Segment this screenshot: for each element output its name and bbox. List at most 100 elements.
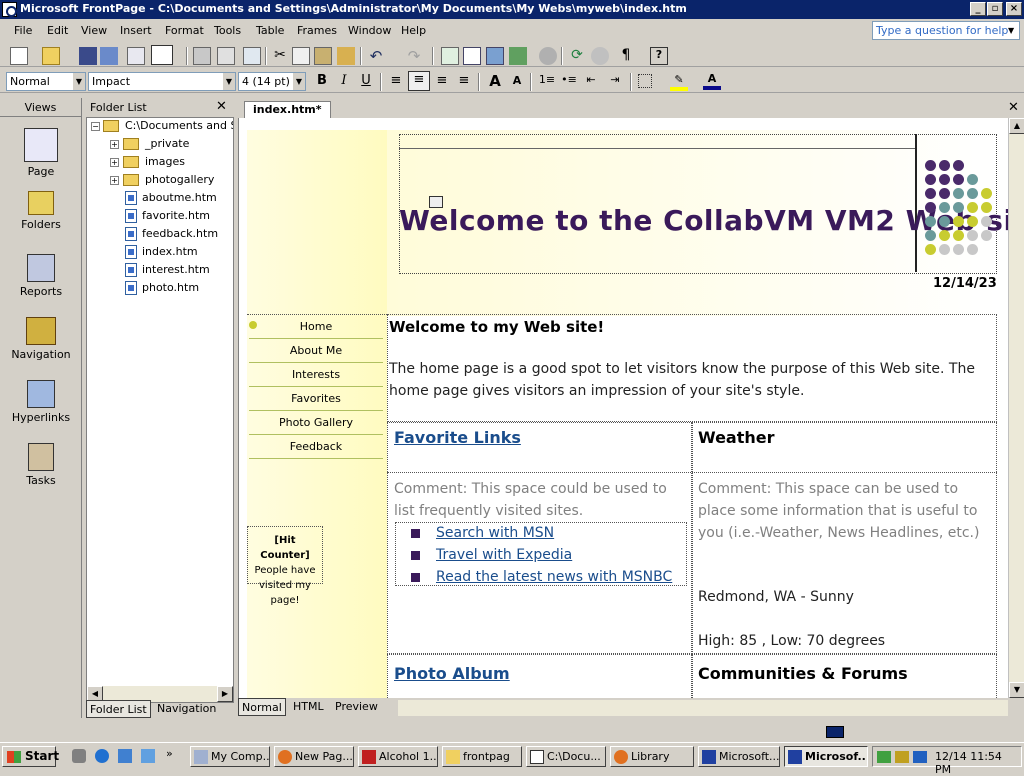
search-icon[interactable]	[127, 47, 145, 65]
view-hyperlinks[interactable]: Hyperlinks	[0, 380, 82, 424]
menu-view[interactable]: View	[81, 24, 107, 37]
nav-interests[interactable]: Interests	[249, 364, 383, 387]
start-button[interactable]: Start	[2, 746, 59, 767]
decrease-font-icon[interactable]: A	[508, 74, 526, 92]
close-button[interactable]: ×	[1006, 2, 1022, 16]
nav-photo-gallery[interactable]: Photo Gallery	[249, 412, 383, 435]
quick-launch-icon[interactable]	[72, 749, 86, 763]
minimize-button[interactable]: _	[970, 2, 986, 16]
tree-file[interactable]: interest.htm	[125, 263, 210, 279]
insert-picture-icon[interactable]	[486, 47, 504, 65]
outlook-icon[interactable]	[118, 749, 132, 763]
tab-normal[interactable]: Normal	[238, 698, 286, 716]
link-msnbc-news[interactable]: Read the latest news with MSNBC	[436, 566, 672, 588]
link-travel-expedia[interactable]: Travel with Expedia	[436, 544, 572, 566]
open-icon[interactable]	[42, 47, 60, 65]
view-folders[interactable]: Folders	[0, 191, 82, 231]
view-reports[interactable]: Reports	[0, 254, 82, 298]
clock[interactable]: 12/14 11:54 PM	[935, 750, 1002, 776]
collapse-root-icon[interactable]: −	[91, 122, 100, 131]
quick-launch-more-icon[interactable]: »	[166, 747, 173, 760]
spelling-icon[interactable]	[243, 47, 261, 65]
tree-root[interactable]: C:\Documents and Set	[103, 119, 233, 135]
scroll-right-arrow[interactable]: ▶	[217, 686, 233, 702]
expand-images-icon[interactable]: +	[110, 158, 119, 167]
close-document-icon[interactable]: ✕	[1008, 100, 1019, 115]
web-component-icon[interactable]	[441, 47, 459, 65]
insert-table-icon[interactable]	[463, 47, 481, 65]
nav-about-me[interactable]: About Me	[249, 340, 383, 363]
bullets-icon[interactable]: •≡	[560, 73, 578, 91]
hit-counter[interactable]: [Hit Counter] People have visited my pag…	[247, 526, 323, 606]
decrease-indent-icon[interactable]: ⇤	[582, 73, 600, 91]
tree-folder-private[interactable]: _private	[123, 137, 189, 153]
photo-album-heading[interactable]: Photo Album	[394, 664, 510, 683]
tray-network-icon[interactable]	[877, 751, 891, 763]
nav-favorites[interactable]: Favorites	[249, 388, 383, 411]
style-dropdown[interactable]: Normal ▼	[6, 72, 86, 91]
copy-icon[interactable]	[292, 47, 310, 65]
ask-question-input[interactable]: Type a question for help	[872, 21, 1020, 40]
taskbar-app[interactable]: Library	[610, 746, 694, 767]
scroll-up-arrow[interactable]: ▲	[1009, 118, 1024, 134]
menu-frames[interactable]: Frames	[297, 24, 337, 37]
font-color-icon[interactable]: A	[703, 72, 721, 90]
save-icon[interactable]	[79, 47, 97, 65]
taskbar-app[interactable]: My Comp...	[190, 746, 270, 767]
menu-insert[interactable]: Insert	[120, 24, 152, 37]
cut-icon[interactable]: ✂	[271, 47, 289, 65]
scroll-down-arrow[interactable]: ▼	[1009, 682, 1024, 698]
tree-folder-photogallery[interactable]: photogallery	[123, 173, 214, 189]
restore-button[interactable]: ▫	[987, 2, 1003, 16]
italic-icon[interactable]: I	[335, 73, 353, 91]
menu-help[interactable]: Help	[401, 24, 426, 37]
move-handle-icon[interactable]	[429, 196, 443, 208]
nav-home[interactable]: Home	[249, 316, 383, 339]
font-size-dropdown[interactable]: 4 (14 pt) ▼	[238, 72, 306, 91]
page-canvas[interactable]: Welcome to the CollabVM VM2 Web site 12/…	[238, 118, 1008, 698]
menu-window[interactable]: Window	[348, 24, 391, 37]
taskbar-app-active[interactable]: Microsof...	[784, 746, 868, 767]
increase-font-icon[interactable]: A	[486, 72, 504, 90]
nav-feedback[interactable]: Feedback	[249, 436, 383, 459]
preview-browser-icon[interactable]	[217, 47, 235, 65]
font-dropdown[interactable]: Impact ▼	[88, 72, 236, 91]
toggle-pane-icon[interactable]	[151, 45, 173, 65]
taskbar-app[interactable]: New Pag...	[274, 746, 354, 767]
numbering-icon[interactable]: 1≡	[538, 73, 556, 91]
tab-index-htm[interactable]: index.htm*	[244, 101, 331, 118]
favorite-links-heading[interactable]: Favorite Links	[394, 428, 521, 447]
undo-icon[interactable]: ↶	[367, 47, 385, 65]
borders-icon[interactable]	[638, 74, 652, 88]
refresh-icon[interactable]: ⟳	[568, 47, 586, 65]
taskbar-app[interactable]: frontpag	[442, 746, 522, 767]
publish-icon[interactable]	[100, 47, 118, 65]
align-right-icon[interactable]: ≡	[433, 73, 451, 91]
tree-file[interactable]: aboutme.htm	[125, 191, 217, 207]
menu-file[interactable]: File	[14, 24, 32, 37]
tab-html[interactable]: HTML	[290, 698, 327, 716]
ie-icon[interactable]	[95, 749, 109, 763]
tree-file[interactable]: feedback.htm	[125, 227, 218, 243]
show-all-icon[interactable]: ¶	[617, 47, 635, 65]
paste-icon[interactable]	[314, 47, 332, 65]
menu-tools[interactable]: Tools	[214, 24, 241, 37]
tree-folder-images[interactable]: images	[123, 155, 185, 171]
new-page-icon[interactable]	[10, 47, 28, 65]
print-icon[interactable]	[193, 47, 211, 65]
align-left-icon[interactable]: ≡	[387, 73, 405, 91]
tree-file[interactable]: favorite.htm	[125, 209, 210, 225]
increase-indent-icon[interactable]: ⇥	[606, 73, 624, 91]
link-search-msn[interactable]: Search with MSN	[436, 522, 554, 544]
drawing-icon[interactable]	[509, 47, 527, 65]
redo-icon[interactable]: ↷	[405, 47, 423, 65]
format-painter-icon[interactable]	[337, 47, 355, 65]
expand-photogallery-icon[interactable]: +	[110, 176, 119, 185]
expand-private-icon[interactable]: +	[110, 140, 119, 149]
hyperlink-icon[interactable]	[539, 47, 557, 65]
taskbar-app[interactable]: Alcohol 1...	[358, 746, 438, 767]
stop-icon[interactable]	[591, 47, 609, 65]
view-tasks[interactable]: Tasks	[0, 443, 82, 487]
justify-icon[interactable]: ≡	[455, 73, 473, 91]
align-center-icon[interactable]: ≡	[408, 71, 430, 91]
